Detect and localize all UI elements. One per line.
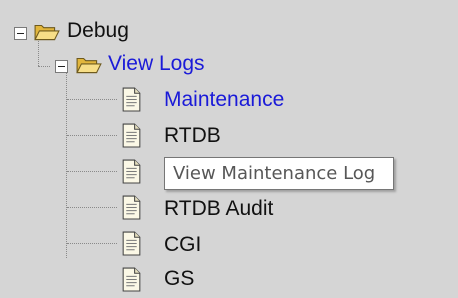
document-icon — [121, 195, 142, 220]
tree-connector — [67, 207, 117, 208]
folder-open-icon — [34, 22, 60, 42]
folder-open-icon — [76, 55, 102, 75]
log-tree: Debug View Logs Maintenance RTDB RTDB Au… — [0, 0, 458, 298]
document-icon — [121, 231, 142, 256]
view-logs-collapse-toggle[interactable] — [55, 60, 68, 73]
tree-node-rtdb[interactable]: RTDB — [164, 123, 221, 149]
tree-connector — [67, 171, 117, 172]
tree-node-debug[interactable]: Debug — [67, 18, 129, 44]
tooltip: View Maintenance Log — [164, 157, 394, 190]
tree-connector — [67, 135, 117, 136]
debug-collapse-toggle[interactable] — [14, 27, 27, 40]
tree-connector — [38, 66, 50, 67]
document-icon — [121, 87, 142, 112]
tree-node-view-logs[interactable]: View Logs — [108, 51, 205, 77]
tree-node-gs[interactable]: GS — [164, 266, 194, 292]
tree-node-cgi[interactable]: CGI — [164, 232, 201, 258]
document-icon — [121, 123, 142, 148]
tree-node-rtdb-audit[interactable]: RTDB Audit — [164, 196, 273, 222]
tree-connector — [38, 38, 39, 66]
document-icon — [121, 267, 142, 292]
tree-connector — [67, 99, 117, 100]
document-icon — [121, 159, 142, 184]
tree-connector — [67, 243, 117, 244]
tree-node-maintenance[interactable]: Maintenance — [164, 87, 284, 113]
tree-connector — [66, 73, 67, 258]
